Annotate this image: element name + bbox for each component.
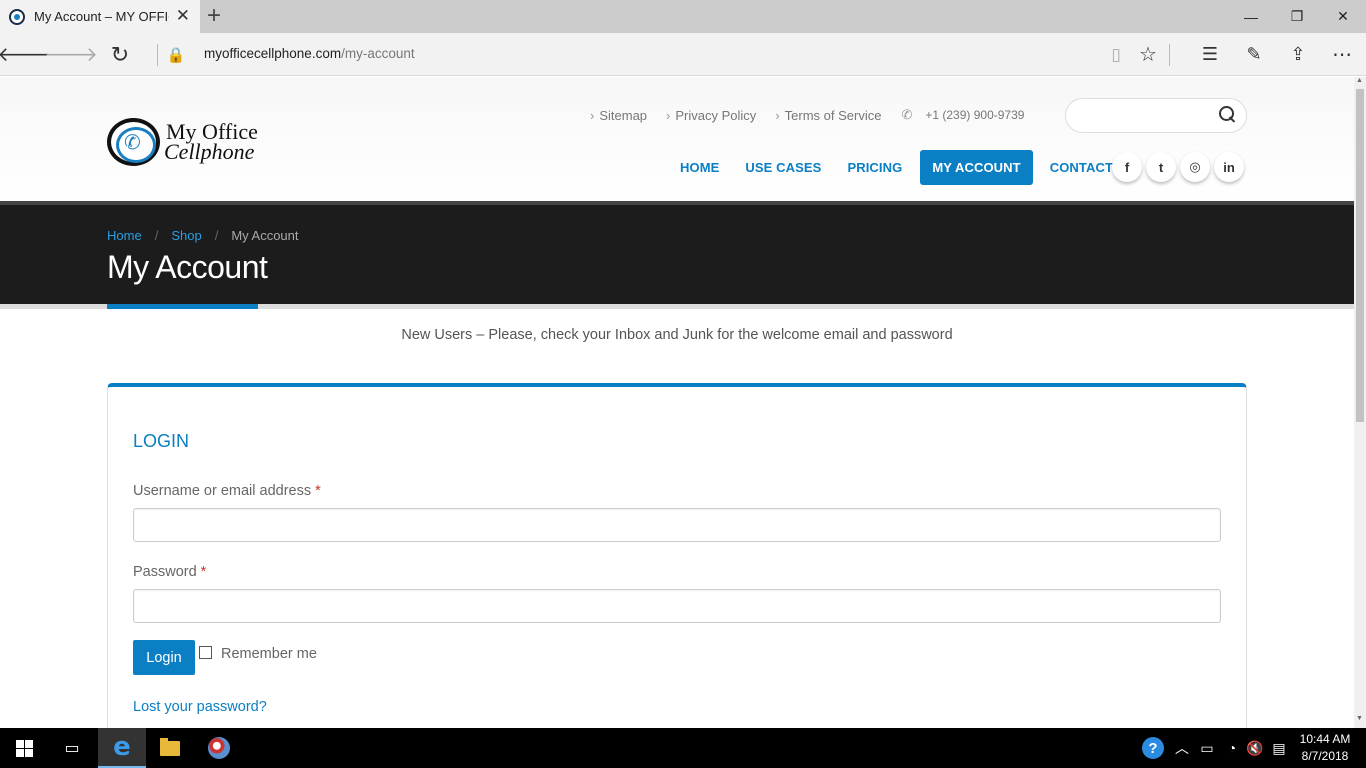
phone-icon: ✆ <box>901 107 913 122</box>
breadcrumb-current: My Account <box>231 228 299 243</box>
scroll-up-icon[interactable]: ▲ <box>1356 77 1363 84</box>
lock-icon: 🔒 <box>166 46 186 64</box>
password-field[interactable] <box>133 589 1221 623</box>
file-explorer-icon[interactable] <box>146 728 194 768</box>
remember-me[interactable]: Remember me <box>199 645 317 662</box>
minimize-button[interactable]: — <box>1228 0 1274 33</box>
remember-me-label: Remember me <box>221 646 317 662</box>
phone-number: +1 (239) 900-9739 <box>925 108 1025 122</box>
reading-view-icon[interactable]: ▯ <box>1098 33 1134 76</box>
breadcrumb: Home / Shop / My Account <box>107 228 299 243</box>
login-title: LOGIN <box>133 431 190 451</box>
breadcrumb-separator: / <box>154 228 159 243</box>
username-field[interactable] <box>133 508 1221 542</box>
sitemap-link[interactable]: Sitemap <box>590 108 647 123</box>
clock-date: 8/7/2018 <box>1301 749 1349 763</box>
share-icon[interactable]: ⇪ <box>1280 33 1316 76</box>
windows-taskbar: ▭ e ? ︿ ▭ ◔ 🔇 ▤ 10:44 AM 8/7/2018 <box>0 728 1366 768</box>
social-links: f t ◎ in <box>1112 152 1248 182</box>
linkedin-icon[interactable]: in <box>1214 152 1244 182</box>
breadcrumb-shop[interactable]: Shop <box>171 228 201 243</box>
forward-icon[interactable]: 🡒 <box>44 33 98 76</box>
browser-address-bar: 🡐 🡒 ↻ 🔒 myofficecellphone.com/my-account… <box>0 33 1366 76</box>
volume-muted-icon[interactable]: 🔇 <box>1244 728 1266 768</box>
browser-tab[interactable]: My Account – MY OFFIC ✕ <box>0 0 200 33</box>
site-favicon-icon <box>9 8 25 25</box>
instagram-icon[interactable]: ◎ <box>1180 152 1210 182</box>
window-close-button[interactable]: ✕ <box>1320 0 1366 33</box>
start-button[interactable] <box>0 728 48 768</box>
password-label: Password * <box>133 564 207 580</box>
site-logo[interactable]: ✆ My Office Cellphone <box>107 118 258 166</box>
web-page: ✆ My Office Cellphone Sitemap Privacy Po… <box>0 77 1354 728</box>
notification-icon[interactable]: ▤ <box>1268 728 1290 768</box>
nav-my-account[interactable]: MY ACCOUNT <box>920 150 1033 185</box>
page-scrollbar[interactable]: ▲ ▼ <box>1354 77 1366 728</box>
facebook-icon[interactable]: f <box>1112 152 1142 182</box>
back-icon[interactable]: 🡐 <box>0 33 51 76</box>
system-clock[interactable]: 10:44 AM 8/7/2018 <box>1290 731 1360 765</box>
terms-of-service-link[interactable]: Terms of Service <box>775 108 882 123</box>
login-form: LOGIN Username or email address * Passwor… <box>107 383 1247 728</box>
top-links: Sitemap Privacy Policy Terms of Service … <box>590 107 1024 123</box>
breadcrumb-separator: / <box>214 228 219 243</box>
required-mark: * <box>200 564 207 580</box>
tab-title: My Account – MY OFFIC <box>34 9 169 24</box>
required-mark: * <box>315 483 321 499</box>
login-button[interactable]: Login <box>133 640 195 675</box>
help-icon[interactable]: ? <box>1140 728 1166 768</box>
url-domain: myofficecellphone.com <box>204 46 342 61</box>
edge-taskbar-icon[interactable]: e <box>98 728 146 768</box>
main-navigation: HOME USE CASES PRICING MY ACCOUNT CONTAC… <box>670 150 1151 185</box>
scroll-thumb[interactable] <box>1356 89 1364 422</box>
favorite-star-icon[interactable]: ☆ <box>1130 33 1166 76</box>
tab-close-icon[interactable]: ✕ <box>176 7 190 25</box>
browser-tab-bar: My Account – MY OFFIC ✕ + — ❐ ✕ <box>0 0 1366 33</box>
windows-logo-icon <box>15 739 33 757</box>
search-icon[interactable] <box>1219 106 1236 123</box>
new-tab-button[interactable]: + <box>207 3 221 29</box>
phone-contact[interactable]: ✆ +1 (239) 900-9739 <box>901 107 1024 123</box>
page-banner: Home / Shop / My Account My Account <box>0 201 1354 304</box>
url-path: /my-account <box>341 46 415 61</box>
scroll-down-icon[interactable]: ▼ <box>1356 715 1363 722</box>
battery-icon[interactable]: ▭ <box>1196 728 1218 768</box>
phone-logo-icon: ✆ <box>107 118 160 166</box>
lost-password-link[interactable]: Lost your password? <box>133 699 267 715</box>
nav-use-cases[interactable]: USE CASES <box>735 150 831 185</box>
banner-divider <box>0 304 1354 309</box>
url-field[interactable]: myofficecellphone.com/my-account <box>204 46 415 61</box>
tray-chevron-icon[interactable]: ︿ <box>1172 728 1192 768</box>
banner-accent-bar <box>107 304 258 309</box>
app-taskbar-icon[interactable] <box>195 728 243 768</box>
nav-pricing[interactable]: PRICING <box>837 150 912 185</box>
task-view-icon[interactable]: ▭ <box>48 728 96 768</box>
logo-line-2: Cellphone <box>164 139 255 164</box>
privacy-policy-link[interactable]: Privacy Policy <box>666 108 756 123</box>
twitter-icon[interactable]: t <box>1146 152 1176 182</box>
site-header: ✆ My Office Cellphone Sitemap Privacy Po… <box>0 77 1354 201</box>
more-icon[interactable]: ⋯ <box>1324 33 1360 76</box>
wifi-icon[interactable]: ◔ <box>1220 728 1244 768</box>
clock-time: 10:44 AM <box>1299 732 1351 746</box>
restore-button[interactable]: ❐ <box>1274 0 1320 33</box>
refresh-icon[interactable]: ↻ <box>102 33 138 76</box>
nav-home[interactable]: HOME <box>670 150 729 185</box>
web-note-icon[interactable]: ✎ <box>1236 33 1272 76</box>
page-title: My Account <box>107 249 268 285</box>
hub-icon[interactable]: ☰ <box>1192 33 1228 76</box>
search-input[interactable] <box>1065 98 1247 133</box>
breadcrumb-home[interactable]: Home <box>107 228 142 243</box>
username-label: Username or email address * <box>133 483 321 499</box>
remember-me-checkbox[interactable] <box>199 645 212 659</box>
new-users-notice: New Users – Please, check your Inbox and… <box>401 327 953 343</box>
